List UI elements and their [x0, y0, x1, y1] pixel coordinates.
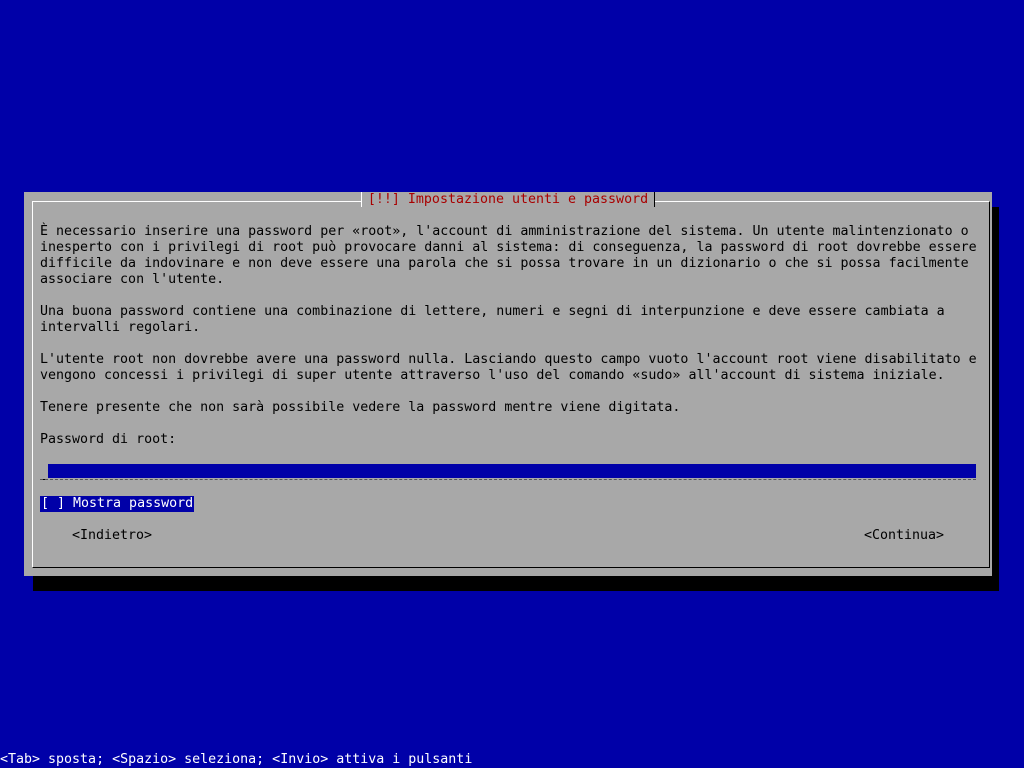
root-password-dialog: [!!] Impostazione utenti e password È ne…	[24, 192, 992, 576]
dialog-body: È necessario inserire una password per «…	[40, 224, 984, 432]
root-password-input[interactable]	[48, 464, 976, 478]
paragraph-empty-password: L'utente root non dovrebbe avere una pas…	[40, 352, 977, 383]
dialog-title-bar: [!!] Impostazione utenti e password	[24, 192, 992, 208]
password-field-container	[40, 464, 976, 480]
show-password-checkbox[interactable]: [ ] Mostra password	[40, 496, 195, 512]
continue-button[interactable]: <Continua>	[864, 528, 944, 544]
keyboard-help-bar: <Tab> sposta; <Spazio> seleziona; <Invio…	[0, 752, 1024, 768]
paragraph-password-hidden: Tenere presente che non sarà possibile v…	[40, 400, 681, 415]
dialog-title: [!!] Impostazione utenti e password	[360, 192, 656, 207]
text-cursor	[40, 464, 48, 480]
password-label: Password di root:	[40, 432, 177, 447]
back-button[interactable]: <Indietro>	[72, 528, 152, 544]
paragraph-root-password-info: È necessario inserire una password per «…	[40, 224, 977, 287]
paragraph-good-password: Una buona password contiene una combinaz…	[40, 304, 945, 335]
password-field-underline	[40, 479, 976, 480]
